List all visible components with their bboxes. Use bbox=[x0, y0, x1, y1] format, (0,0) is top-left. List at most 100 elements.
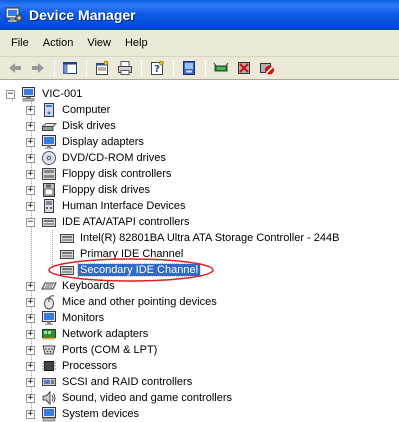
menu-file[interactable]: File bbox=[4, 34, 36, 52]
tree-item-network-adapters[interactable]: + Network adapters bbox=[26, 326, 150, 342]
expand-toggle[interactable]: + bbox=[26, 409, 35, 419]
tree-item-label: Intel(R) 82801BA Ultra ATA Storage Contr… bbox=[80, 232, 340, 244]
expand-toggle[interactable]: + bbox=[26, 313, 35, 323]
help-button[interactable]: ? bbox=[146, 58, 168, 78]
update-driver-button[interactable] bbox=[210, 58, 232, 78]
tree-item-label: Ports (COM & LPT) bbox=[62, 344, 158, 356]
tree-item-keyboards[interactable]: + Keyboards bbox=[26, 278, 117, 294]
keyboard-icon bbox=[41, 282, 57, 290]
expand-toggle[interactable]: + bbox=[26, 297, 35, 307]
display-adapter-icon bbox=[42, 135, 56, 149]
title-bar: Device Manager bbox=[0, 0, 399, 30]
forward-button[interactable] bbox=[27, 58, 49, 78]
tree-item-floppy-disk-drives[interactable]: + Floppy disk drives bbox=[26, 182, 152, 198]
properties-button[interactable] bbox=[91, 58, 113, 78]
back-button[interactable] bbox=[4, 58, 26, 78]
toolbar-separator bbox=[86, 59, 87, 77]
floppy-controller-icon bbox=[42, 168, 56, 180]
tree-item-label: DVD/CD-ROM drives bbox=[62, 152, 166, 164]
mouse-icon bbox=[44, 295, 55, 310]
tree-item-system-devices[interactable]: + System devices bbox=[26, 406, 141, 422]
processor-icon bbox=[42, 361, 56, 371]
tree-item-label-selected: Secondary IDE Channel bbox=[76, 263, 202, 277]
expand-toggle[interactable]: + bbox=[26, 121, 35, 131]
expand-toggle[interactable]: + bbox=[26, 201, 35, 211]
tree-item-label: Mice and other pointing devices bbox=[62, 296, 217, 308]
ide-controller-icon bbox=[42, 218, 56, 227]
back-icon bbox=[9, 63, 21, 73]
tree-item-label: Network adapters bbox=[62, 328, 149, 340]
disk-drive-icon bbox=[41, 123, 57, 131]
expand-toggle[interactable]: + bbox=[26, 345, 35, 355]
expand-toggle[interactable]: + bbox=[26, 281, 35, 291]
menu-help[interactable]: Help bbox=[118, 34, 155, 52]
tree-item-label: Keyboards bbox=[62, 280, 115, 292]
toolbar-separator bbox=[205, 59, 206, 77]
tree-root[interactable]: − VIC-001 bbox=[6, 86, 84, 102]
uninstall-icon bbox=[238, 62, 250, 74]
tree-item-label: Disk drives bbox=[62, 120, 116, 132]
menu-action[interactable]: Action bbox=[36, 34, 81, 52]
expand-toggle[interactable]: + bbox=[26, 361, 35, 371]
tree-item-ide-ata-atapi-controllers[interactable]: − IDE ATA/ATAPI controllers bbox=[26, 214, 192, 230]
expand-toggle[interactable]: + bbox=[26, 137, 35, 147]
tree-item-human-interface-devices[interactable]: + Human Interface Devices bbox=[26, 198, 188, 214]
tree-item-label: Sound, video and game controllers bbox=[62, 392, 232, 404]
tree-item-intel-storage-controller[interactable]: Intel(R) 82801BA Ultra ATA Storage Contr… bbox=[59, 230, 341, 246]
tree-item-processors[interactable]: + Processors bbox=[26, 358, 119, 374]
tree-item-label: Computer bbox=[62, 104, 111, 116]
tree-item-label: Primary IDE Channel bbox=[80, 248, 184, 260]
toolbar-separator bbox=[141, 59, 142, 77]
tree-item-secondary-ide-channel[interactable]: Secondary IDE Channel bbox=[59, 262, 202, 278]
show-hide-tree-button[interactable] bbox=[59, 58, 81, 78]
tree-item-mice[interactable]: + Mice and other pointing devices bbox=[26, 294, 219, 310]
network-adapter-icon bbox=[42, 329, 56, 340]
tree-item-primary-ide-channel[interactable]: Primary IDE Channel bbox=[59, 246, 185, 262]
tree-item-dvd-cdrom-drives[interactable]: + DVD/CD-ROM drives bbox=[26, 150, 168, 166]
tree-item-label: Monitors bbox=[62, 312, 105, 324]
toolbar-separator bbox=[54, 59, 55, 77]
tree-item-label: Human Interface Devices bbox=[62, 200, 186, 212]
expand-toggle[interactable]: + bbox=[26, 329, 35, 339]
ide-controller-icon bbox=[60, 234, 74, 243]
tree-item-display-adapters[interactable]: + Display adapters bbox=[26, 134, 146, 150]
window-title: Device Manager bbox=[29, 7, 136, 23]
expand-toggle[interactable]: + bbox=[26, 105, 35, 115]
print-button[interactable] bbox=[114, 58, 136, 78]
tree-item-label: IDE ATA/ATAPI controllers bbox=[62, 216, 190, 228]
system-devices-icon bbox=[42, 407, 56, 422]
collapse-toggle[interactable]: − bbox=[6, 89, 15, 99]
collapse-toggle[interactable]: − bbox=[26, 217, 35, 227]
monitor-icon bbox=[42, 311, 56, 325]
help-icon: ? bbox=[151, 60, 164, 75]
scsi-icon bbox=[42, 378, 56, 386]
expand-toggle[interactable]: + bbox=[26, 377, 35, 387]
disable-button[interactable] bbox=[256, 58, 278, 78]
expand-toggle[interactable]: + bbox=[26, 185, 35, 195]
tree-item-sound-video-game[interactable]: + Sound, video and game controllers bbox=[26, 390, 234, 406]
tree-item-label: Processors bbox=[62, 360, 118, 372]
tree-item-monitors[interactable]: + Monitors bbox=[26, 310, 106, 326]
expand-toggle[interactable]: + bbox=[26, 393, 35, 403]
update-driver-icon bbox=[213, 62, 229, 72]
tree-item-computer[interactable]: + Computer bbox=[26, 102, 112, 118]
device-manager-icon bbox=[5, 7, 23, 22]
tree-item-ports[interactable]: + Ports (COM & LPT) bbox=[26, 342, 159, 358]
menu-view[interactable]: View bbox=[80, 34, 118, 52]
tree-item-floppy-disk-controllers[interactable]: + Floppy disk controllers bbox=[26, 166, 173, 182]
expand-toggle[interactable]: + bbox=[26, 153, 35, 163]
tree-root-label: VIC-001 bbox=[42, 88, 83, 100]
computer-icon bbox=[22, 87, 35, 102]
ide-controller-icon bbox=[60, 266, 74, 275]
uninstall-button[interactable] bbox=[233, 58, 255, 78]
tree-item-label: Display adapters bbox=[62, 136, 144, 148]
tree-item-scsi-raid-controllers[interactable]: + SCSI and RAID controllers bbox=[26, 374, 194, 390]
scan-hardware-button[interactable] bbox=[178, 58, 200, 78]
cdrom-icon bbox=[42, 151, 56, 165]
menu-bar: File Action View Help bbox=[0, 30, 399, 57]
ide-controller-icon bbox=[60, 250, 74, 259]
expand-toggle[interactable]: + bbox=[26, 169, 35, 179]
toolbar: ? bbox=[0, 57, 399, 80]
tree-item-label: System devices bbox=[62, 408, 140, 420]
tree-item-disk-drives[interactable]: + Disk drives bbox=[26, 118, 118, 134]
